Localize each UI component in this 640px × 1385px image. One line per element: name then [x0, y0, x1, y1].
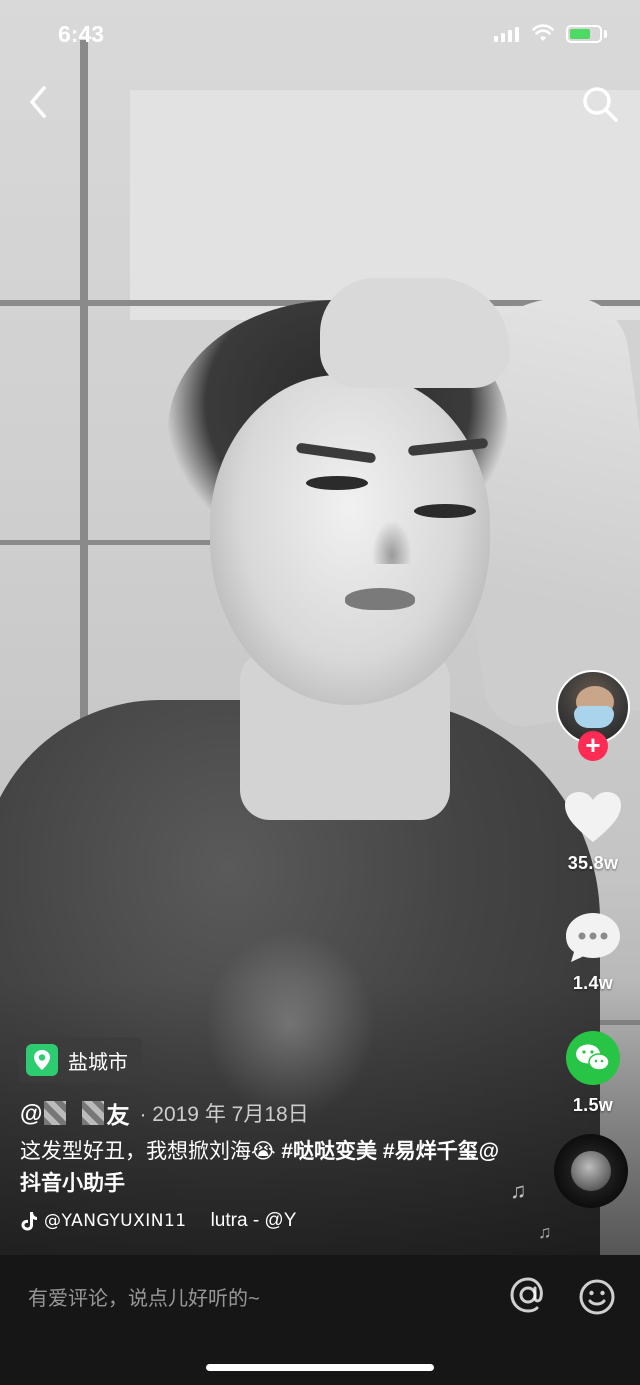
author-name-prefix: @: [20, 1099, 43, 1126]
person-face: [210, 375, 490, 705]
comment-button[interactable]: 1.4w: [553, 910, 633, 994]
comment-count: 1.4w: [572, 973, 614, 993]
music-title: lutra - @Y: [210, 1210, 297, 1231]
location-tag[interactable]: 盐城市: [18, 1037, 142, 1083]
comment-bubble-icon: [566, 913, 620, 962]
person-eye: [414, 504, 476, 518]
share-button[interactable]: 1.5w: [553, 1030, 633, 1116]
person-mouth: [345, 588, 415, 610]
like-count: 35.8w: [567, 853, 619, 873]
share-count: 1.5w: [572, 1095, 614, 1115]
signal-icon: [494, 27, 519, 42]
redacted-block: [82, 1101, 105, 1125]
hashtag-link[interactable]: #哒哒变美: [281, 1140, 377, 1163]
person-hand: [320, 278, 510, 388]
search-button[interactable]: [578, 82, 622, 126]
smiley-icon[interactable]: [578, 1278, 616, 1316]
hashtag-link[interactable]: #易烊千玺: [383, 1140, 479, 1163]
map-pin-icon: [26, 1044, 58, 1076]
music-source: @YANGYUXIN11: [44, 1211, 187, 1231]
follow-button[interactable]: +: [578, 731, 608, 761]
post-caption: 这发型好丑，我想掀刘海😭 #哒哒变美 #易烊千玺@抖音小助手: [20, 1136, 500, 1200]
caption-text: 这发型好丑，我想掀刘海😭: [20, 1140, 282, 1163]
post-date: · 2019 年 7月18日: [139, 1103, 309, 1126]
home-indicator[interactable]: [206, 1364, 434, 1371]
music-note-icon: ♫: [538, 1222, 552, 1242]
avatar-mask: [574, 706, 614, 728]
wechat-icon: [566, 1031, 620, 1085]
comment-input[interactable]: 有爱评论，说点儿好听的~: [28, 1282, 260, 1311]
music-cover: [571, 1151, 611, 1191]
at-sign-icon[interactable]: [508, 1275, 548, 1315]
like-button[interactable]: 35.8w: [553, 790, 633, 874]
person-nose: [372, 520, 412, 564]
heart-icon: [565, 792, 621, 842]
author-line[interactable]: @ 友 · 2019 年 7月18日: [20, 1096, 309, 1130]
redacted-block: [44, 1101, 67, 1125]
person-eye: [306, 476, 368, 490]
author-name-suffix: 友: [106, 1102, 130, 1128]
music-disc-button[interactable]: [554, 1134, 628, 1208]
status-time: 6:43: [58, 21, 105, 47]
music-info[interactable]: @YANGYUXIN11 lutra - @Y: [20, 1210, 296, 1232]
tiktok-icon: [21, 1212, 37, 1231]
wifi-icon: [532, 24, 554, 41]
status-bar: 6:43: [0, 0, 640, 70]
music-note-icon: ♫: [510, 1178, 527, 1203]
battery-icon: [566, 25, 602, 43]
back-button[interactable]: [20, 82, 60, 122]
location-label: 盐城市: [68, 1051, 128, 1074]
battery-tip: [604, 30, 607, 38]
